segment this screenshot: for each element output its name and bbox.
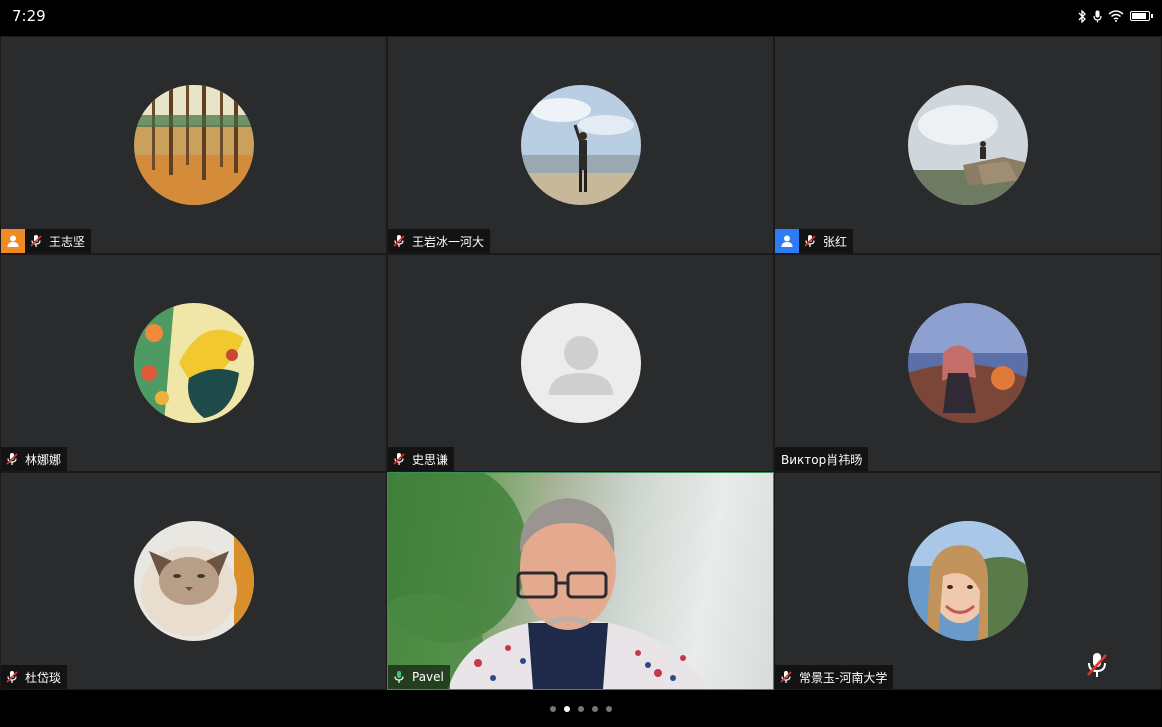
cohost-icon bbox=[775, 229, 799, 253]
video-grid: 王志坚 王岩冰一河大 张红 林娜娜 史思谦 Виктор肖祎旸 杜岱琰 Pave… bbox=[0, 36, 1162, 690]
name-label: 史思谦 bbox=[388, 447, 455, 471]
participant-name: Pavel bbox=[412, 670, 444, 684]
self-mic-muted-button[interactable] bbox=[1085, 651, 1109, 679]
page-dot[interactable] bbox=[606, 706, 612, 712]
avatar bbox=[908, 303, 1028, 423]
participant-name: 王岩冰一河大 bbox=[412, 234, 485, 249]
video-feed bbox=[388, 473, 773, 689]
name-label: 常景玉-河南大学 bbox=[775, 665, 894, 689]
participant-tile[interactable]: 王志坚 bbox=[0, 36, 387, 254]
participant-name: 杜岱琰 bbox=[25, 670, 62, 685]
name-label: 王岩冰一河大 bbox=[388, 229, 491, 253]
microphone-icon bbox=[1093, 10, 1102, 23]
clock: 7:29 bbox=[12, 7, 46, 25]
participant-tile[interactable]: Виктор肖祎旸 bbox=[774, 254, 1162, 472]
mic-muted-icon bbox=[775, 665, 797, 689]
name-label: 王志坚 bbox=[1, 229, 92, 253]
battery-icon bbox=[1130, 11, 1153, 21]
mic-active-icon bbox=[388, 665, 410, 689]
active-speaker-tile[interactable]: Pavel bbox=[387, 472, 774, 690]
participant-name: Виктор肖祎旸 bbox=[781, 452, 863, 467]
system-icons bbox=[1077, 9, 1153, 23]
name-label: Виктор肖祎旸 bbox=[775, 447, 869, 471]
mic-muted-icon bbox=[799, 229, 821, 253]
bluetooth-icon bbox=[1077, 9, 1087, 23]
participant-tile[interactable]: 林娜娜 bbox=[0, 254, 387, 472]
avatar bbox=[520, 85, 641, 205]
name-label: 杜岱琰 bbox=[1, 665, 68, 689]
name-label: 林娜娜 bbox=[1, 447, 68, 471]
mic-muted-icon bbox=[25, 229, 47, 253]
mic-muted-icon bbox=[388, 447, 410, 471]
mic-muted-icon bbox=[1, 447, 23, 471]
page-dot[interactable] bbox=[578, 706, 584, 712]
page-dot[interactable] bbox=[592, 706, 598, 712]
wifi-icon bbox=[1108, 10, 1124, 22]
participant-name: 王志坚 bbox=[49, 234, 86, 249]
avatar bbox=[908, 521, 1028, 641]
avatar bbox=[908, 85, 1028, 205]
participant-name: 常景玉-河南大学 bbox=[799, 670, 888, 685]
avatar bbox=[133, 303, 254, 423]
participant-tile[interactable]: 史思谦 bbox=[387, 254, 774, 472]
page-dot[interactable] bbox=[550, 706, 556, 712]
name-label: Pavel bbox=[388, 665, 450, 689]
participant-tile[interactable]: 张红 bbox=[774, 36, 1162, 254]
participant-tile[interactable]: 常景玉-河南大学 bbox=[774, 472, 1162, 690]
name-label: 张红 bbox=[775, 229, 854, 253]
mic-muted-icon bbox=[1, 665, 23, 689]
avatar bbox=[133, 85, 254, 205]
participant-name: 史思谦 bbox=[412, 452, 449, 467]
default-avatar bbox=[520, 303, 641, 423]
host-icon bbox=[1, 229, 25, 253]
page-dot-current[interactable] bbox=[564, 706, 570, 712]
participant-tile[interactable]: 王岩冰一河大 bbox=[387, 36, 774, 254]
participant-tile[interactable]: 杜岱琰 bbox=[0, 472, 387, 690]
avatar bbox=[133, 521, 254, 641]
page-indicator[interactable] bbox=[550, 706, 612, 712]
status-bar: 7:29 bbox=[0, 0, 1162, 32]
participant-name: 张红 bbox=[823, 234, 848, 249]
participant-name: 林娜娜 bbox=[25, 452, 62, 467]
mic-muted-icon bbox=[388, 229, 410, 253]
